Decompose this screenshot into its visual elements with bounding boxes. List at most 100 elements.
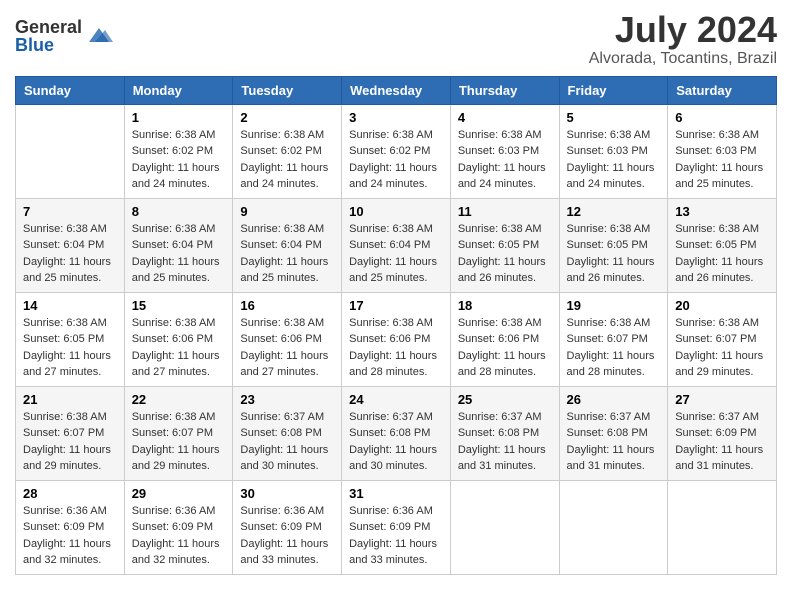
day-number: 12	[567, 204, 661, 219]
day-number: 31	[349, 486, 443, 501]
header-cell-friday: Friday	[559, 76, 668, 104]
day-info: Sunrise: 6:36 AMSunset: 6:09 PMDaylight:…	[240, 503, 334, 569]
day-cell: 3 Sunrise: 6:38 AMSunset: 6:02 PMDaylight…	[342, 104, 451, 198]
day-number: 21	[23, 392, 117, 407]
day-cell: 21Sunrise: 6:38 AMSunset: 6:07 PMDayligh…	[16, 386, 125, 480]
day-info: Sunrise: 6:38 AMSunset: 6:06 PMDaylight:…	[349, 315, 443, 381]
day-info: Sunrise: 6:38 AMSunset: 6:03 PMDaylight:…	[567, 127, 661, 193]
day-cell: 29 Sunrise: 6:36 AMSunset: 6:09 PMDayligh…	[124, 480, 233, 574]
calendar-table: SundayMondayTuesdayWednesdayThursdayFrid…	[15, 76, 777, 575]
day-number: 22	[132, 392, 226, 407]
day-cell: 25 Sunrise: 6:37 AMSunset: 6:08 PMDayligh…	[450, 386, 559, 480]
day-info: Sunrise: 6:38 AMSunset: 6:03 PMDaylight:…	[675, 127, 769, 193]
header-cell-monday: Monday	[124, 76, 233, 104]
day-cell: 8 Sunrise: 6:38 AMSunset: 6:04 PMDaylight…	[124, 198, 233, 292]
day-number: 29	[132, 486, 226, 501]
day-number: 8	[132, 204, 226, 219]
day-info: Sunrise: 6:38 AMSunset: 6:06 PMDaylight:…	[458, 315, 552, 381]
day-info: Sunrise: 6:37 AMSunset: 6:08 PMDaylight:…	[458, 409, 552, 475]
day-info: Sunrise: 6:38 AMSunset: 6:04 PMDaylight:…	[23, 221, 117, 287]
day-number: 2	[240, 110, 334, 125]
location: Alvorada, Tocantins, Brazil	[589, 50, 777, 68]
day-info: Sunrise: 6:38 AMSunset: 6:04 PMDaylight:…	[240, 221, 334, 287]
header-cell-saturday: Saturday	[668, 76, 777, 104]
day-cell	[559, 480, 668, 574]
day-cell: 17 Sunrise: 6:38 AMSunset: 6:06 PMDayligh…	[342, 292, 451, 386]
day-cell: 13 Sunrise: 6:38 AMSunset: 6:05 PMDayligh…	[668, 198, 777, 292]
day-cell: 2Sunrise: 6:38 AMSunset: 6:02 PMDaylight…	[233, 104, 342, 198]
day-cell: 22Sunrise: 6:38 AMSunset: 6:07 PMDayligh…	[124, 386, 233, 480]
day-cell: 26 Sunrise: 6:37 AMSunset: 6:08 PMDayligh…	[559, 386, 668, 480]
week-row-3: 14 Sunrise: 6:38 AMSunset: 6:05 PMDayligh…	[16, 292, 777, 386]
day-info: Sunrise: 6:38 AMSunset: 6:04 PMDaylight:…	[132, 221, 226, 287]
day-number: 5	[567, 110, 661, 125]
day-number: 26	[567, 392, 661, 407]
calendar-page: General Blue July 2024 Alvorada, Tocanti…	[0, 0, 792, 590]
day-info: Sunrise: 6:38 AMSunset: 6:05 PMDaylight:…	[567, 221, 661, 287]
day-number: 30	[240, 486, 334, 501]
day-cell: 18Sunrise: 6:38 AMSunset: 6:06 PMDayligh…	[450, 292, 559, 386]
day-cell: 12 Sunrise: 6:38 AMSunset: 6:05 PMDayligh…	[559, 198, 668, 292]
day-cell: 15 Sunrise: 6:38 AMSunset: 6:06 PMDayligh…	[124, 292, 233, 386]
day-info: Sunrise: 6:38 AMSunset: 6:02 PMDaylight:…	[349, 127, 443, 193]
day-cell: 11 Sunrise: 6:38 AMSunset: 6:05 PMDayligh…	[450, 198, 559, 292]
calendar-body: 1 Sunrise: 6:38 AMSunset: 6:02 PMDaylight…	[16, 104, 777, 574]
logo-icon	[85, 22, 113, 50]
day-cell: 16 Sunrise: 6:38 AMSunset: 6:06 PMDayligh…	[233, 292, 342, 386]
day-number: 20	[675, 298, 769, 313]
day-cell: 9 Sunrise: 6:38 AMSunset: 6:04 PMDaylight…	[233, 198, 342, 292]
day-cell: 27Sunrise: 6:37 AMSunset: 6:09 PMDayligh…	[668, 386, 777, 480]
day-cell	[16, 104, 125, 198]
day-info: Sunrise: 6:38 AMSunset: 6:06 PMDaylight:…	[240, 315, 334, 381]
day-cell	[450, 480, 559, 574]
day-info: Sunrise: 6:36 AMSunset: 6:09 PMDaylight:…	[23, 503, 117, 569]
day-cell: 1 Sunrise: 6:38 AMSunset: 6:02 PMDaylight…	[124, 104, 233, 198]
week-row-5: 28Sunrise: 6:36 AMSunset: 6:09 PMDayligh…	[16, 480, 777, 574]
day-cell: 6Sunrise: 6:38 AMSunset: 6:03 PMDaylight…	[668, 104, 777, 198]
day-info: Sunrise: 6:38 AMSunset: 6:05 PMDaylight:…	[458, 221, 552, 287]
title-area: July 2024 Alvorada, Tocantins, Brazil	[589, 10, 777, 68]
day-info: Sunrise: 6:37 AMSunset: 6:08 PMDaylight:…	[567, 409, 661, 475]
day-number: 11	[458, 204, 552, 219]
day-number: 13	[675, 204, 769, 219]
logo-general: General	[15, 18, 82, 36]
day-cell: 7 Sunrise: 6:38 AMSunset: 6:04 PMDaylight…	[16, 198, 125, 292]
day-info: Sunrise: 6:38 AMSunset: 6:06 PMDaylight:…	[132, 315, 226, 381]
day-info: Sunrise: 6:38 AMSunset: 6:05 PMDaylight:…	[675, 221, 769, 287]
day-number: 24	[349, 392, 443, 407]
header-row: SundayMondayTuesdayWednesdayThursdayFrid…	[16, 76, 777, 104]
day-cell: 30 Sunrise: 6:36 AMSunset: 6:09 PMDayligh…	[233, 480, 342, 574]
week-row-2: 7 Sunrise: 6:38 AMSunset: 6:04 PMDaylight…	[16, 198, 777, 292]
logo-blue: Blue	[15, 36, 82, 54]
day-number: 9	[240, 204, 334, 219]
day-info: Sunrise: 6:36 AMSunset: 6:09 PMDaylight:…	[132, 503, 226, 569]
day-number: 4	[458, 110, 552, 125]
day-cell: 14 Sunrise: 6:38 AMSunset: 6:05 PMDayligh…	[16, 292, 125, 386]
day-info: Sunrise: 6:37 AMSunset: 6:08 PMDaylight:…	[240, 409, 334, 475]
day-number: 7	[23, 204, 117, 219]
day-number: 14	[23, 298, 117, 313]
day-cell: 20 Sunrise: 6:38 AMSunset: 6:07 PMDayligh…	[668, 292, 777, 386]
page-header: General Blue July 2024 Alvorada, Tocanti…	[15, 10, 777, 68]
day-info: Sunrise: 6:37 AMSunset: 6:09 PMDaylight:…	[675, 409, 769, 475]
day-info: Sunrise: 6:38 AMSunset: 6:02 PMDaylight:…	[132, 127, 226, 193]
day-number: 3	[349, 110, 443, 125]
day-number: 25	[458, 392, 552, 407]
month-title: July 2024	[589, 10, 777, 50]
day-info: Sunrise: 6:38 AMSunset: 6:05 PMDaylight:…	[23, 315, 117, 381]
header-cell-sunday: Sunday	[16, 76, 125, 104]
header-cell-wednesday: Wednesday	[342, 76, 451, 104]
day-info: Sunrise: 6:38 AMSunset: 6:07 PMDaylight:…	[675, 315, 769, 381]
day-number: 17	[349, 298, 443, 313]
day-info: Sunrise: 6:37 AMSunset: 6:08 PMDaylight:…	[349, 409, 443, 475]
week-row-4: 21Sunrise: 6:38 AMSunset: 6:07 PMDayligh…	[16, 386, 777, 480]
day-number: 16	[240, 298, 334, 313]
week-row-1: 1 Sunrise: 6:38 AMSunset: 6:02 PMDaylight…	[16, 104, 777, 198]
day-info: Sunrise: 6:36 AMSunset: 6:09 PMDaylight:…	[349, 503, 443, 569]
day-number: 15	[132, 298, 226, 313]
day-info: Sunrise: 6:38 AMSunset: 6:03 PMDaylight:…	[458, 127, 552, 193]
day-cell: 10Sunrise: 6:38 AMSunset: 6:04 PMDayligh…	[342, 198, 451, 292]
day-cell: 24 Sunrise: 6:37 AMSunset: 6:08 PMDayligh…	[342, 386, 451, 480]
day-number: 1	[132, 110, 226, 125]
calendar-header: SundayMondayTuesdayWednesdayThursdayFrid…	[16, 76, 777, 104]
